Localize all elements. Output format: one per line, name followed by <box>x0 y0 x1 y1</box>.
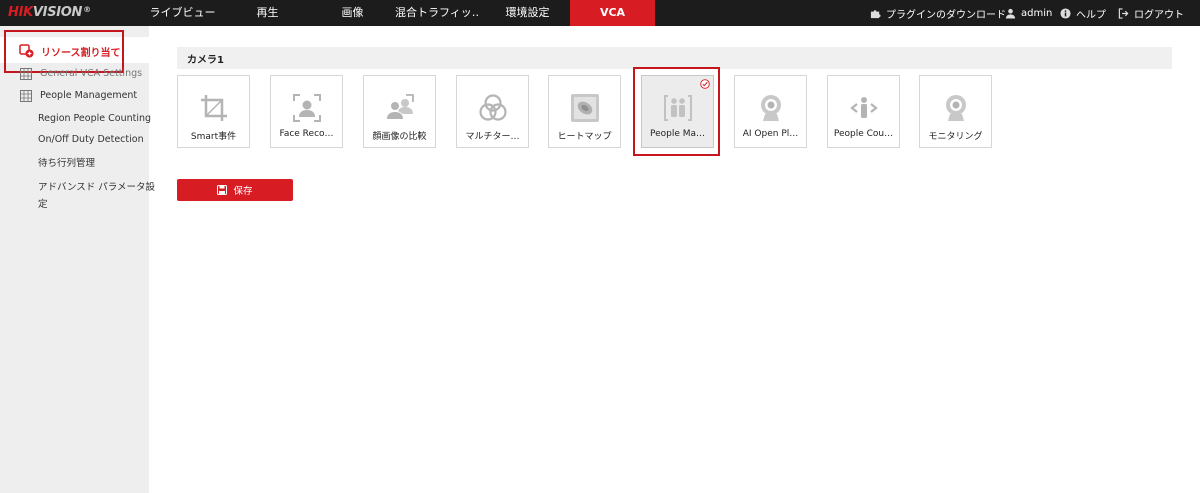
vca-tile-heatmap[interactable]: ヒートマップ <box>548 75 621 148</box>
save-button-label: 保存 <box>233 186 253 197</box>
username-label: admin <box>1021 7 1053 19</box>
user-menu[interactable]: admin <box>1005 0 1052 26</box>
vca-tile-multi-target[interactable]: マルチター… <box>456 75 529 148</box>
brand-logo-part: VISION <box>32 5 83 20</box>
nav-configuration[interactable]: 環境設定 <box>485 0 570 26</box>
face-compare-icon <box>387 94 414 119</box>
sidebar-subitem-label: 定 <box>38 199 48 210</box>
section-title: カメラ1 <box>187 55 224 66</box>
nav-playback[interactable]: 再生 <box>225 0 310 26</box>
tile-label: AI Open Pl… <box>742 129 799 139</box>
nav-mixed-traffic[interactable]: 混合トラフィッ… <box>395 0 480 26</box>
sidebar-subitem-queue-management[interactable]: 待ち行列管理 <box>38 155 95 169</box>
vca-tile-smart-event[interactable]: Smart事件 <box>177 75 250 148</box>
help-label: ヘルプ <box>1076 9 1106 21</box>
brand-logo-registered: ® <box>83 5 91 14</box>
tile-label: People Cou… <box>833 129 894 139</box>
nav-vca[interactable]: VCA <box>570 0 655 26</box>
brand-logo: HIKVISION® <box>8 5 91 20</box>
camera-icon <box>761 95 781 121</box>
crop-frame-icon <box>201 95 227 121</box>
help-link[interactable]: ヘルプ <box>1060 0 1106 26</box>
sidebar-subitem-label: アドバンスド パラメータ設 <box>38 182 156 193</box>
tile-label: モニタリング <box>928 132 983 142</box>
vca-tile-face-comparison[interactable]: 顔画像の比較 <box>363 75 436 148</box>
tile-label: ヒートマップ <box>557 132 612 142</box>
annotation-highlight <box>633 67 720 156</box>
nav-picture[interactable]: 画像 <box>310 0 395 26</box>
plugin-download-label: プラグインのダウンロード <box>886 9 1006 21</box>
tile-label: 顔画像の比較 <box>372 132 427 142</box>
puzzle-icon <box>870 9 881 18</box>
vca-tile-face-recognition[interactable]: Face Reco… <box>270 75 343 148</box>
brand-logo-part: HIK <box>8 5 33 20</box>
people-counting-icon <box>850 97 878 118</box>
grid-icon <box>20 68 32 80</box>
vca-tile-monitoring[interactable]: モニタリング <box>919 75 992 148</box>
annotation-highlight <box>4 30 124 73</box>
camera-section-header: カメラ1 <box>177 47 1172 69</box>
face-frame-icon <box>293 94 321 122</box>
info-icon <box>1060 7 1071 19</box>
floppy-disk-icon <box>217 185 228 195</box>
nav-live-view[interactable]: ライブビュー <box>140 0 225 26</box>
grid-icon <box>20 90 32 102</box>
tile-label: Face Reco… <box>279 129 334 139</box>
top-bar: HIKVISION® ライブビュー 再生 画像 混合トラフィッ… 環境設定 VC… <box>0 0 1200 26</box>
camera-icon <box>946 95 966 121</box>
logout-link[interactable]: ログアウト <box>1118 0 1184 26</box>
tile-label: マルチター… <box>465 132 520 142</box>
multi-target-icon <box>479 94 507 121</box>
sidebar-item-general-vca-settings[interactable]: General VCA Settings <box>40 68 142 79</box>
plugin-download-link[interactable]: プラグインのダウンロード <box>870 0 1006 26</box>
logout-icon <box>1118 7 1129 19</box>
heatmap-icon <box>571 94 599 122</box>
sidebar-subitem-advanced-parameters[interactable]: アドバンスド パラメータ設 定 <box>38 179 155 210</box>
vca-tile-people-counting[interactable]: People Cou… <box>827 75 900 148</box>
user-icon <box>1005 8 1016 19</box>
sidebar-subitem-on-off-duty-detection[interactable]: On/Off Duty Detection <box>38 134 144 145</box>
tile-label: Smart事件 <box>190 132 237 142</box>
sidebar-item-people-management[interactable]: People Management <box>40 90 137 101</box>
sidebar-subitem-region-people-counting[interactable]: Region People Counting <box>38 113 151 124</box>
logout-label: ログアウト <box>1134 9 1184 21</box>
vca-tile-ai-open-platform[interactable]: AI Open Pl… <box>734 75 807 148</box>
save-button[interactable]: 保存 <box>177 179 293 201</box>
